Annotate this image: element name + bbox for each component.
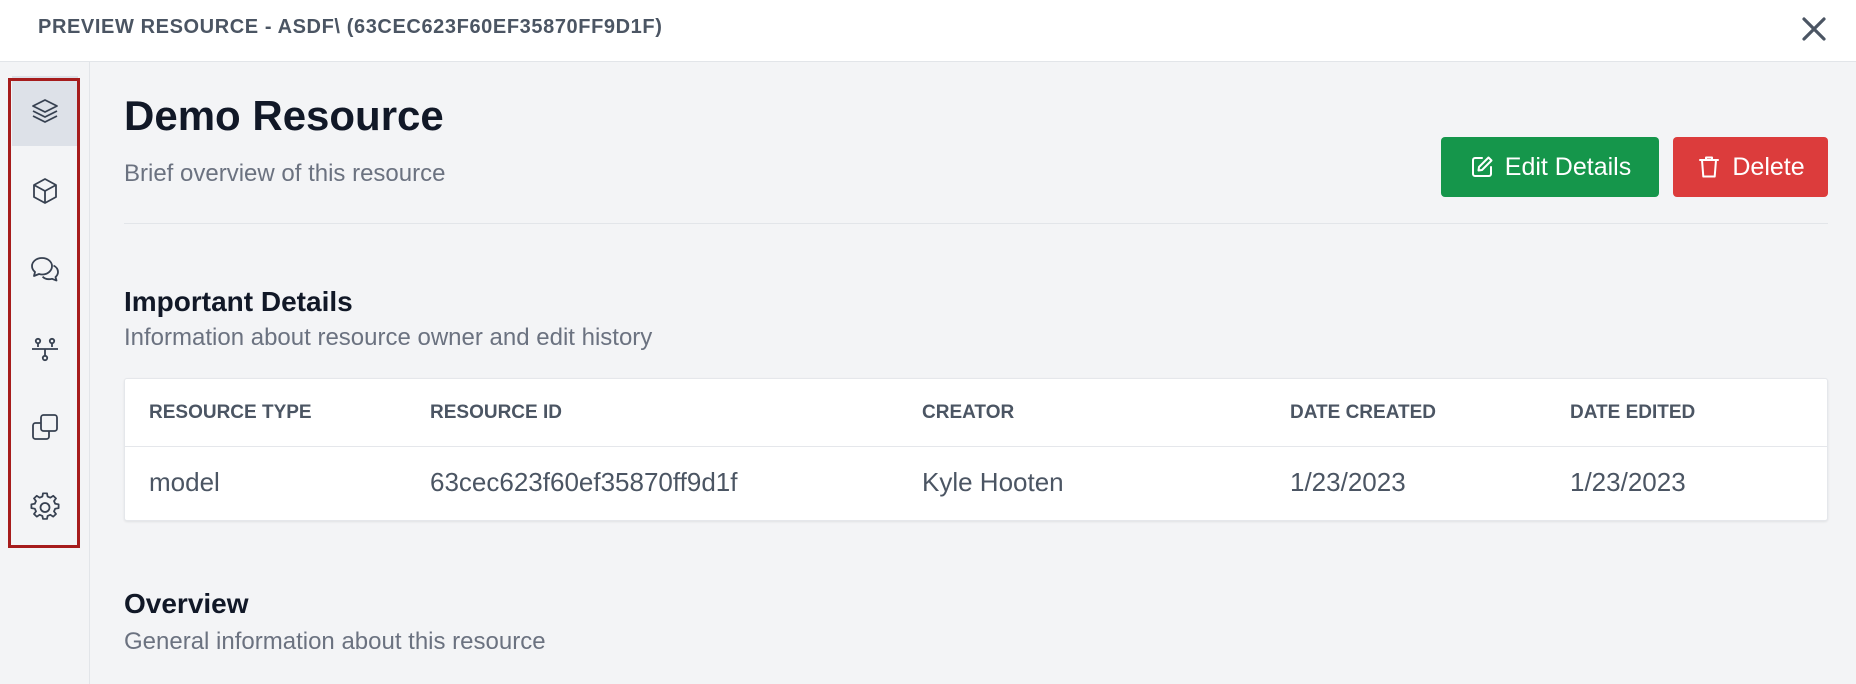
delete-button[interactable]: Delete bbox=[1673, 137, 1828, 197]
gear-icon bbox=[30, 492, 60, 520]
cell-date-edited: 1/23/2023 bbox=[1570, 467, 1686, 497]
column-header-date-created: DATE CREATED bbox=[1290, 402, 1437, 423]
copy-icon bbox=[32, 414, 58, 440]
sidebar-item-layers[interactable] bbox=[12, 76, 78, 146]
sidebar-item-comments[interactable] bbox=[12, 234, 78, 304]
delete-label: Delete bbox=[1732, 152, 1805, 181]
table-header: RESOURCE TYPE RESOURCE ID CREATOR DATE C… bbox=[125, 379, 1827, 447]
sidebar-item-cube[interactable] bbox=[12, 156, 78, 226]
important-details-description: Information about resource owner and edi… bbox=[124, 324, 653, 351]
cell-resource-type: model bbox=[149, 467, 220, 497]
table-row: model 63cec623f60ef35870ff9d1f Kyle Hoot… bbox=[125, 447, 1827, 521]
column-header-date-edited: DATE EDITED bbox=[1570, 402, 1696, 423]
page-title: Demo Resource bbox=[124, 92, 444, 139]
header-divider bbox=[124, 223, 1828, 224]
column-header-resource-type: RESOURCE TYPE bbox=[149, 402, 312, 423]
close-button[interactable] bbox=[1794, 9, 1834, 49]
sidebar bbox=[0, 62, 90, 684]
main-content: Demo Resource Brief overview of this res… bbox=[124, 62, 1828, 684]
trash-icon bbox=[1699, 156, 1720, 178]
important-details-title: Important Details bbox=[124, 286, 353, 317]
overview-title: Overview bbox=[124, 588, 249, 619]
sidebar-item-settings[interactable] bbox=[12, 472, 78, 542]
page-subtitle: Brief overview of this resource bbox=[124, 160, 446, 187]
chat-bubbles-icon bbox=[31, 257, 59, 282]
sidebar-item-hierarchy[interactable] bbox=[12, 314, 78, 384]
edit-details-label: Edit Details bbox=[1504, 152, 1632, 181]
cell-creator: Kyle Hooten bbox=[922, 467, 1064, 497]
column-header-resource-id: RESOURCE ID bbox=[430, 402, 562, 423]
title-bar: PREVIEW RESOURCE - ASDF\ (63CEC623F60EF3… bbox=[0, 0, 1856, 62]
details-table: RESOURCE TYPE RESOURCE ID CREATOR DATE C… bbox=[124, 378, 1828, 521]
sidebar-item-copies[interactable] bbox=[12, 392, 78, 462]
overview-description: General information about this resource bbox=[124, 628, 546, 655]
edit-details-button[interactable]: Edit Details bbox=[1441, 137, 1659, 197]
column-header-creator: CREATOR bbox=[922, 402, 1015, 423]
cell-date-created: 1/23/2023 bbox=[1290, 467, 1406, 497]
close-icon bbox=[1802, 17, 1826, 41]
layers-icon bbox=[32, 99, 58, 123]
edit-icon bbox=[1471, 156, 1493, 177]
hierarchy-icon bbox=[32, 337, 58, 362]
cube-icon bbox=[33, 178, 57, 204]
cell-resource-id: 63cec623f60ef35870ff9d1f bbox=[430, 467, 738, 497]
window-title: PREVIEW RESOURCE - ASDF\ (63CEC623F60EF3… bbox=[38, 16, 663, 38]
